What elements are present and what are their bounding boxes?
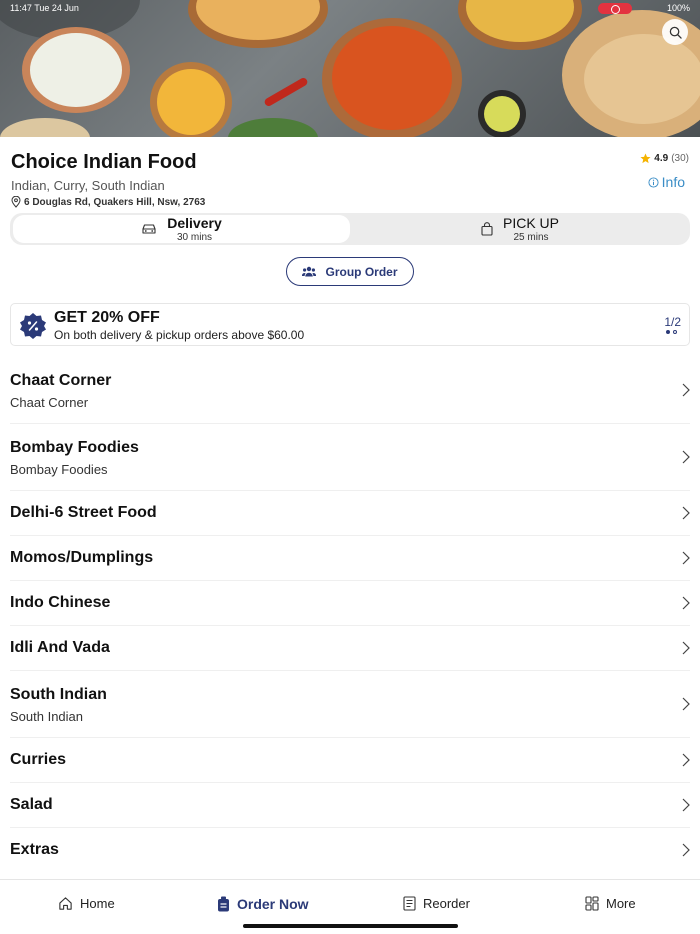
chevron-right-icon xyxy=(682,551,690,565)
category-title: Idli And Vada xyxy=(10,639,110,656)
category-title: Bombay Foodies xyxy=(10,439,139,456)
location-pin-icon xyxy=(11,196,21,208)
battery-label: 100% xyxy=(666,3,690,13)
rating-score: 4.9 xyxy=(654,153,669,164)
promo-banner[interactable]: GET 20% OFF On both delivery & pickup or… xyxy=(10,303,690,346)
category-subtitle: Bombay Foodies xyxy=(10,462,108,477)
restaurant-cuisine: Indian, Curry, South Indian xyxy=(11,178,165,193)
chevron-right-icon xyxy=(682,641,690,655)
chevron-right-icon xyxy=(682,798,690,812)
category-title: Extras xyxy=(10,841,59,858)
category-momos-dumplings[interactable]: Momos/Dumplings xyxy=(10,536,690,581)
search-button[interactable] xyxy=(662,19,688,45)
receipt-icon xyxy=(403,896,416,911)
category-idli-and-vada[interactable]: Idli And Vada xyxy=(10,626,690,671)
chevron-right-icon xyxy=(682,506,690,520)
grid-more-icon xyxy=(585,896,599,911)
category-indo-chinese[interactable]: Indo Chinese xyxy=(10,581,690,626)
category-title: Delhi-6 Street Food xyxy=(10,504,157,521)
category-bombay-foodies[interactable]: Bombay Foodies Bombay Foodies xyxy=(10,424,690,491)
car-icon xyxy=(142,224,156,234)
info-button[interactable]: Info xyxy=(648,174,685,190)
pickup-time: 25 mins xyxy=(513,231,549,243)
category-title: Indo Chinese xyxy=(10,594,111,611)
promo-subtitle: On both delivery & pickup orders above $… xyxy=(54,328,305,342)
chevron-right-icon xyxy=(682,697,690,711)
pickup-option[interactable]: PICK UP 25 mins xyxy=(353,215,687,243)
nav-home[interactable]: Home xyxy=(58,896,115,911)
category-subtitle: South Indian xyxy=(10,709,84,724)
shopping-bag-icon xyxy=(481,222,493,236)
group-order-label: Group Order xyxy=(325,264,398,279)
chevron-right-icon xyxy=(682,450,690,464)
home-icon xyxy=(59,897,72,910)
discount-badge-icon xyxy=(20,313,46,339)
info-label: Info xyxy=(661,174,685,190)
category-extras[interactable]: Extras xyxy=(10,828,690,873)
rating: 4.9 (30) xyxy=(640,153,689,164)
status-bar: 11:47 Tue 24 Jun 100% xyxy=(10,3,690,15)
order-mode-toggle: Delivery 30 mins PICK UP 25 mins xyxy=(10,213,690,245)
nav-reorder-label: Reorder xyxy=(423,896,470,911)
page-dot xyxy=(673,330,677,334)
chevron-right-icon xyxy=(682,383,690,397)
home-indicator xyxy=(243,924,458,928)
chevron-right-icon xyxy=(682,843,690,857)
category-title: South Indian xyxy=(10,686,107,703)
category-title: Momos/Dumplings xyxy=(10,549,154,566)
category-list: Chaat Corner Chaat Corner Bombay Foodies… xyxy=(0,357,700,873)
category-chaat-corner[interactable]: Chaat Corner Chaat Corner xyxy=(10,357,690,424)
nav-order-now-label: Order Now xyxy=(237,896,309,912)
promo-pagination-dots xyxy=(666,330,677,334)
screen-record-icon xyxy=(598,3,632,14)
restaurant-address: 6 Douglas Rd, Quakers Hill, Nsw, 2763 xyxy=(11,196,205,208)
chevron-right-icon xyxy=(682,753,690,767)
category-title: Curries xyxy=(10,751,67,768)
group-order-button[interactable]: Group Order xyxy=(286,257,414,286)
status-time: 11:47 Tue 24 Jun xyxy=(10,3,79,13)
category-south-indian[interactable]: South Indian South Indian xyxy=(10,671,690,738)
promo-page-indicator: 1/2 xyxy=(664,315,681,329)
category-delhi-6-street-food[interactable]: Delhi-6 Street Food xyxy=(10,491,690,536)
restaurant-name: Choice Indian Food xyxy=(11,151,197,173)
category-title: Chaat Corner xyxy=(10,372,112,389)
promo-title: GET 20% OFF xyxy=(54,309,160,326)
category-title: Salad xyxy=(10,796,53,813)
order-bag-icon xyxy=(218,896,229,912)
restaurant-address-text: 6 Douglas Rd, Quakers Hill, Nsw, 2763 xyxy=(24,196,206,208)
star-icon xyxy=(640,153,651,164)
search-icon xyxy=(669,26,682,39)
delivery-label: Delivery xyxy=(167,214,222,231)
category-salad[interactable]: Salad xyxy=(10,783,690,828)
page-dot-active xyxy=(666,330,670,334)
rating-count: (30) xyxy=(671,153,689,164)
pickup-label: PICK UP xyxy=(502,214,559,231)
nav-more-label: More xyxy=(606,896,636,911)
delivery-option[interactable]: Delivery 30 mins xyxy=(13,215,350,243)
category-subtitle: Chaat Corner xyxy=(10,395,89,410)
category-curries[interactable]: Curries xyxy=(10,738,690,783)
delivery-time: 30 mins xyxy=(176,231,212,243)
hero-image: 11:47 Tue 24 Jun 100% xyxy=(0,0,700,137)
nav-order-now[interactable]: Order Now xyxy=(217,896,309,912)
info-icon xyxy=(648,176,659,188)
chevron-right-icon xyxy=(682,596,690,610)
nav-more[interactable]: More xyxy=(585,896,636,911)
nav-home-label: Home xyxy=(80,896,115,911)
nav-reorder[interactable]: Reorder xyxy=(403,896,470,911)
group-icon xyxy=(302,266,317,277)
